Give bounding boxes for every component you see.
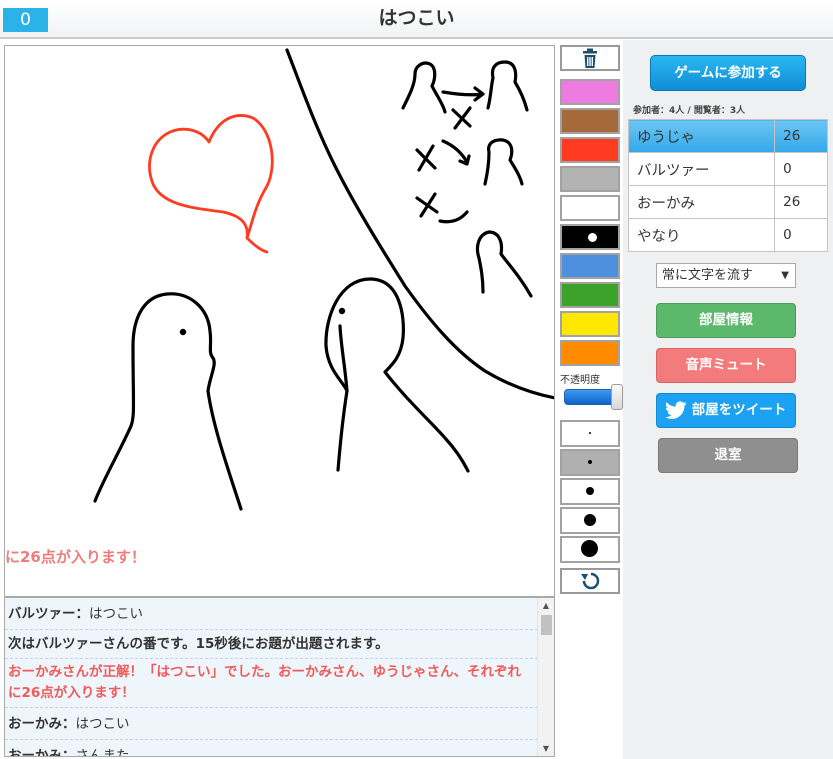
chat-list: バルツァー：はつこい 次はバルツァーさんの番です。15秒後にお題が出題されます。… bbox=[5, 598, 538, 757]
page-title: はつこい bbox=[378, 7, 455, 29]
trash-icon bbox=[583, 48, 597, 68]
drawing-canvas[interactable]: に26点が入ります！ bbox=[4, 45, 555, 597]
right-figure-stroke bbox=[324, 277, 470, 473]
scroll-down-arrow-icon[interactable]: ▼ bbox=[538, 741, 554, 756]
player-name: おーかみ bbox=[627, 185, 776, 219]
cross-2 bbox=[415, 144, 437, 172]
chat-scrollbar[interactable]: ▲ ▼ bbox=[537, 598, 554, 756]
header-bar: 0 はつこい bbox=[0, 0, 833, 39]
opacity-slider-handle[interactable] bbox=[611, 384, 623, 410]
scrolling-ticker-text: に26点が入ります！ bbox=[5, 548, 146, 566]
small-figure-1 bbox=[401, 61, 447, 114]
chat-correct-message: おーかみさんが正解！「はつこい」でした。おーかみさん、ゆうじゃさん、それぞれに2… bbox=[5, 659, 538, 708]
player-name: ゆうじゃ bbox=[627, 119, 776, 153]
twitter-bird-icon bbox=[665, 401, 687, 419]
player-score-table: ゆうじゃ 26 バルツァー 0 おーかみ 26 やなり 0 bbox=[627, 119, 828, 252]
scroll-up-arrow-icon[interactable]: ▲ bbox=[538, 598, 554, 613]
chat-author: おーかみ： bbox=[8, 748, 76, 757]
color-swatch-yellow[interactable] bbox=[560, 311, 620, 337]
player-row: やなり 0 bbox=[627, 218, 828, 252]
tweet-room-button[interactable]: 部屋をツイート bbox=[656, 393, 796, 428]
clear-canvas-button[interactable] bbox=[560, 45, 620, 71]
small-figure-4 bbox=[475, 230, 533, 298]
room-info-button[interactable]: 部屋情報 bbox=[656, 303, 796, 338]
arrow-1 bbox=[441, 86, 485, 102]
chat-text: はつこい bbox=[75, 716, 130, 732]
brush-size-3[interactable] bbox=[560, 478, 620, 505]
small-figure-2 bbox=[486, 60, 529, 112]
player-row: ゆうじゃ 26 bbox=[627, 119, 828, 153]
brush-size-1[interactable] bbox=[560, 420, 620, 447]
color-swatch-white[interactable] bbox=[560, 195, 620, 221]
undo-icon bbox=[581, 572, 600, 590]
drawing-strokes bbox=[93, 48, 554, 511]
cross-1 bbox=[451, 106, 472, 130]
color-swatch-red[interactable] bbox=[560, 137, 620, 163]
player-row: おーかみ 26 bbox=[627, 185, 828, 219]
app-root: 0 はつこい に26点が入ります！ バルツァー：はつこい 次はバルツァーさんの番… bbox=[0, 0, 833, 759]
brush-size-5[interactable] bbox=[560, 536, 620, 563]
arrow-2 bbox=[441, 139, 471, 166]
opacity-label: 不透明度 bbox=[560, 375, 600, 386]
chat-system-message: 次はバルツァーさんの番です。15秒後にお題が出題されます。 bbox=[5, 630, 538, 659]
color-swatch-green[interactable] bbox=[560, 282, 620, 308]
chat-message: バルツァー：はつこい bbox=[5, 598, 538, 630]
text-scroll-mode-select[interactable]: 常に文字を流す ▼ bbox=[656, 263, 796, 288]
join-game-button[interactable]: ゲームに参加する bbox=[650, 55, 806, 91]
color-swatch-black[interactable] bbox=[560, 224, 620, 250]
color-swatch-gray[interactable] bbox=[560, 166, 620, 192]
chat-text: はつこい bbox=[89, 606, 143, 622]
selected-color-dot bbox=[588, 233, 597, 242]
chat-author: バルツァー： bbox=[8, 606, 89, 622]
opacity-slider-track[interactable] bbox=[564, 389, 616, 405]
participant-count: 参加者：4人 / 閲覧者：3人 bbox=[633, 106, 746, 116]
color-swatch-brown[interactable] bbox=[560, 108, 620, 134]
player-score: 26 bbox=[774, 119, 828, 153]
color-swatch-pink[interactable] bbox=[560, 79, 620, 105]
chat-log[interactable]: バルツァー：はつこい 次はバルツァーさんの番です。15秒後にお題が出題されます。… bbox=[4, 597, 555, 757]
player-score: 0 bbox=[774, 218, 828, 252]
chevron-down-icon: ▼ bbox=[781, 270, 789, 281]
undo-button[interactable] bbox=[560, 568, 620, 594]
arrow-3 bbox=[438, 210, 469, 224]
player-name: バルツァー bbox=[627, 152, 776, 186]
color-swatch-blue[interactable] bbox=[560, 253, 620, 279]
player-row: バルツァー 0 bbox=[627, 152, 828, 186]
chat-message: おーかみ：はつこい bbox=[5, 708, 538, 740]
small-figure-3 bbox=[483, 138, 524, 186]
left-figure-stroke bbox=[93, 292, 243, 511]
cross-3 bbox=[415, 192, 439, 218]
brush-size-2[interactable] bbox=[560, 449, 620, 476]
leave-room-button[interactable]: 退室 bbox=[658, 438, 798, 473]
chat-text: さんまた bbox=[75, 748, 130, 757]
chat-message: おーかみ：さんまた bbox=[5, 740, 538, 757]
player-score: 26 bbox=[774, 185, 828, 219]
scroll-thumb[interactable] bbox=[541, 615, 552, 635]
color-swatch-orange[interactable] bbox=[560, 340, 620, 366]
select-value: 常に文字を流す bbox=[662, 268, 754, 283]
heart-stroke bbox=[148, 114, 274, 240]
chat-author: おーかみ： bbox=[8, 716, 76, 732]
mute-audio-button[interactable]: 音声ミュート bbox=[656, 348, 796, 383]
brush-size-4[interactable] bbox=[560, 507, 620, 534]
player-score: 0 bbox=[774, 152, 828, 186]
player-name: やなり bbox=[627, 218, 776, 252]
